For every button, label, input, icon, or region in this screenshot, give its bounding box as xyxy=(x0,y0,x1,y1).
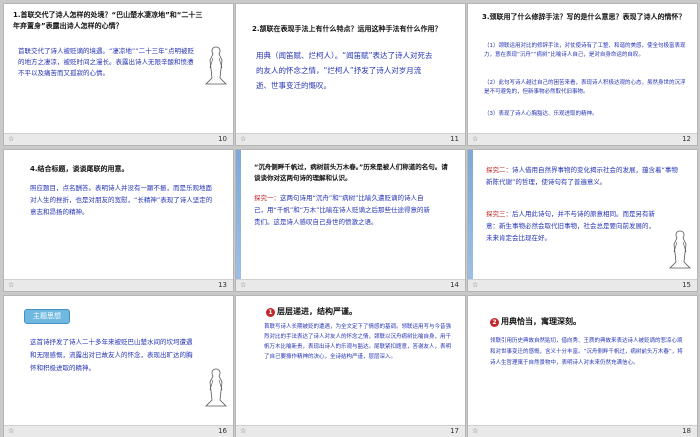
explore-two-text: 探究二：诗人借用自然界事物的变化揭示社会的发展，蕴含着“事物新陈代谢”的哲理，使… xyxy=(486,164,681,188)
slide-thumbnail-12[interactable]: 3.颈联用了什么修辞手法？写的是什么意思？表现了诗人的情怀？ （1）颈联运用对比… xyxy=(468,4,697,145)
slide-footer xyxy=(4,279,233,291)
answer-body: 这两句诗用“沉舟”和“病树”比喻久遭贬谪的诗人自己，用“千帆”和“万木”比喻在诗… xyxy=(254,194,430,226)
slide-footer xyxy=(468,425,697,437)
slide-transition-icon[interactable]: ☆ xyxy=(240,281,246,290)
slide-footer xyxy=(236,279,465,291)
slide-transition-icon[interactable]: ☆ xyxy=(8,135,14,144)
explore-two-label: 探究二： xyxy=(486,166,512,174)
number-circle-icon: 2 xyxy=(490,318,499,327)
slide-number: 17 xyxy=(450,427,459,435)
slide-number: 11 xyxy=(450,135,459,143)
slide-thumbnail-11[interactable]: 2.颔联在表现手法上有什么特点？运用这种手法有什么作用？ 用典（闻笛赋、烂柯人）… xyxy=(236,4,465,145)
heading-text: 层层递进，结构严谨。 xyxy=(277,307,357,316)
section-heading: 2 用典恰当，寓理深刻。 xyxy=(490,316,680,327)
decorative-side-bar xyxy=(468,150,473,280)
slide-thumbnail-15[interactable]: 探究二：诗人借用自然界事物的变化揭示社会的发展，蕴含着“事物新陈代谢”的哲理，使… xyxy=(468,150,697,291)
answer-text: 这首诗抒发了诗人二十多年来被贬巴山楚水间的坎坷遭遇和无限感慨，流露出对已故友人的… xyxy=(30,338,193,372)
answer-text: 首联交代了诗人被贬谪的境遇。“凄凉地”“二十三年”点明被贬的地方之凄凉，被贬时间… xyxy=(18,47,194,77)
number-circle-icon: 1 xyxy=(266,308,275,317)
slide-number: 15 xyxy=(682,281,691,289)
slide-footer xyxy=(4,133,233,145)
slide-transition-icon[interactable]: ☆ xyxy=(240,427,246,436)
slide-transition-icon[interactable]: ☆ xyxy=(472,427,478,436)
sage-figure-icon xyxy=(669,230,691,269)
slide-footer xyxy=(4,425,233,437)
sage-figure-icon xyxy=(205,368,227,407)
answer-label: 探究一： xyxy=(254,194,280,202)
question-text: 2.颔联在表现手法上有什么特点？运用这种手法有什么作用？ xyxy=(252,25,442,33)
slide-thumbnail-14[interactable]: “沉舟侧畔千帆过，病树前头万木春。”历来是被人们称道的名句。请谈谈你对这两句诗的… xyxy=(236,150,465,291)
slide-transition-icon[interactable]: ☆ xyxy=(472,281,478,290)
slide-thumbnail-13[interactable]: 4.结合标题，谈谈尾联的用意。 照应题目，点名酬答。表明诗人并没有一蹶不振，而是… xyxy=(4,150,233,291)
slide-footer xyxy=(236,133,465,145)
slide-footer xyxy=(468,279,697,291)
question-text: 4.结合标题，谈谈尾联的用意。 xyxy=(30,165,129,173)
slide-thumbnail-16[interactable]: 主题思想 这首诗抒发了诗人二十多年来被贬巴山楚水间的坎坷遭遇和无限感慨，流露出对… xyxy=(4,296,233,437)
slide-number: 18 xyxy=(682,427,691,435)
answer-text-1: （1）颈联运用对比的修辞手法，对仗使诗有了工整、和谐的美感，使全句极富表现力，意… xyxy=(484,43,686,58)
question-text: “沉舟侧畔千帆过，病树前头万木春。”历来是被人们称道的名句。请谈谈你对这两句诗的… xyxy=(254,163,448,182)
answer-text: 用典（闻笛赋、烂柯人）。“闻笛赋”表达了诗人对死去的友人的怀念之情，“烂柯人”抒… xyxy=(256,51,433,90)
heading-text: 用典恰当，寓理深刻。 xyxy=(501,317,581,326)
slide-footer xyxy=(236,425,465,437)
sage-figure-icon xyxy=(205,46,227,85)
answer-text: 探究一：这两句诗用“沉舟”和“病树”比喻久遭贬谪的诗人自己，用“千帆”和“万木”… xyxy=(254,192,436,228)
slide-number: 13 xyxy=(218,281,227,289)
explore-two-body: 诗人借用自然界事物的变化揭示社会的发展，蕴含着“事物新陈代谢”的哲理，使诗句有了… xyxy=(486,166,678,186)
slide-number: 10 xyxy=(218,135,227,143)
explore-three-text: 探究三：后人用此诗句，并不与诗的原意相同。而是另有新意：新生事物必然会取代旧事物… xyxy=(486,208,656,244)
decorative-side-bar xyxy=(236,150,241,280)
slide-thumbnail-10[interactable]: 1.首联交代了诗人怎样的处境？“巴山楚水凄凉地”和“二十三年弃置身”表露出诗人怎… xyxy=(4,4,233,145)
slide-transition-icon[interactable]: ☆ xyxy=(8,427,14,436)
slide-transition-icon[interactable]: ☆ xyxy=(240,135,246,144)
explore-three-body: 后人用此诗句，并不与诗的原意相同。而是另有新意：新生事物必然会取代旧事物，社会总… xyxy=(486,210,655,242)
slide-transition-icon[interactable]: ☆ xyxy=(472,135,478,144)
answer-text-2: （2）此句写诗人越过自己的困苦来看，表现诗人积极达观的心态，虽然身世的沉浮是不可… xyxy=(484,80,686,95)
answer-text: 首联写诗人长期被贬的遭遇，为全文定下了情感的基调。领联运用写与今昔强烈对比的手法… xyxy=(264,324,452,360)
slide-thumbnail-17[interactable]: 1 层层递进，结构严谨。 首联写诗人长期被贬的遭遇，为全文定下了情感的基调。领联运… xyxy=(236,296,465,437)
slide-transition-icon[interactable]: ☆ xyxy=(8,281,14,290)
answer-text: 领联引用历史典故自然贴切，借向秀、王质的典故来表达诗人被贬谪的悲凉心境和对世事变… xyxy=(490,338,683,366)
explore-three-label: 探究三： xyxy=(486,210,512,218)
question-text: 1.首联交代了诗人怎样的处境？“巴山楚水凄凉地”和“二十三年弃置身”表露出诗人怎… xyxy=(13,11,203,30)
theme-badge: 主题思想 xyxy=(24,309,70,324)
answer-text: 照应题目，点名酬答。表明诗人并没有一蹶不振，而是乐观地面对人生的挫折，也是对朋友… xyxy=(30,184,213,216)
slide-number: 14 xyxy=(450,281,459,289)
question-text: 3.颈联用了什么修辞手法？写的是什么意思？表现了诗人的情怀？ xyxy=(482,13,686,21)
slide-footer xyxy=(468,133,697,145)
slide-number: 12 xyxy=(682,135,691,143)
slide-thumbnail-18[interactable]: 2 用典恰当，寓理深刻。 领联引用历史典故自然贴切，借向秀、王质的典故来表达诗人被… xyxy=(468,296,697,437)
slide-number: 16 xyxy=(218,427,227,435)
answer-text-3: （3）表现了诗人心胸豁达、乐观进取的精神。 xyxy=(484,111,598,117)
section-heading: 1 层层递进，结构严谨。 xyxy=(266,306,456,317)
